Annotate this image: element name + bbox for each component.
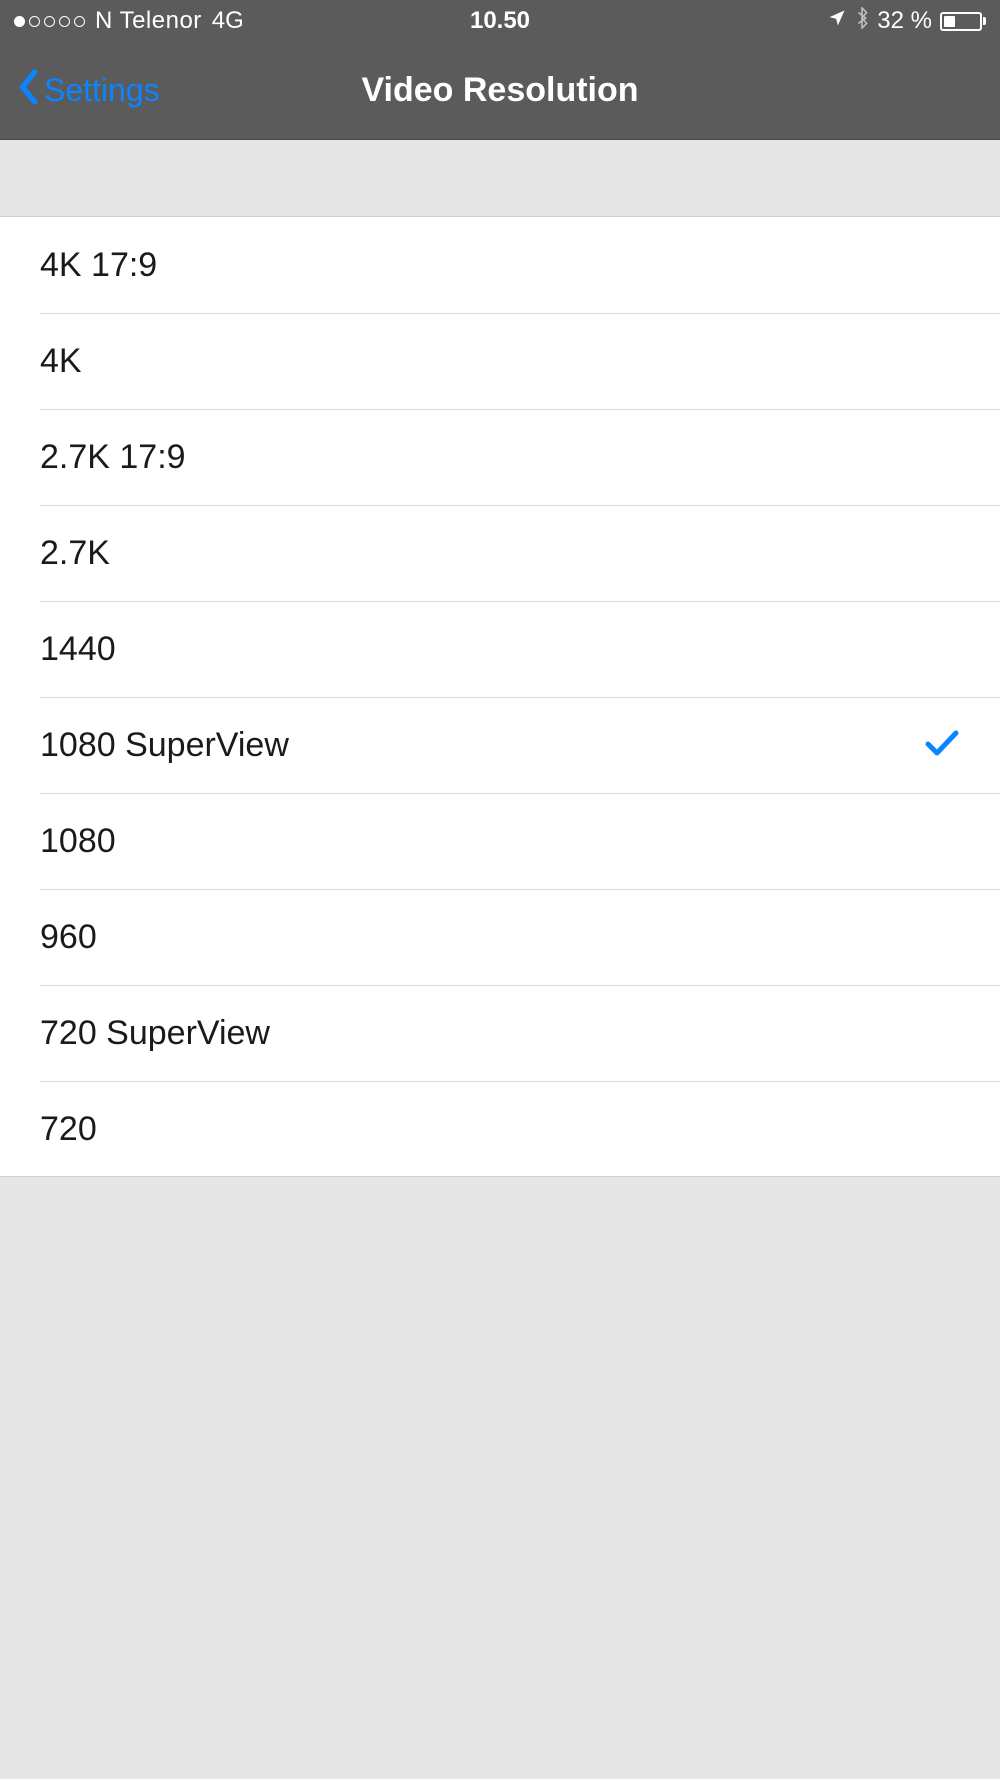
battery-percent: 32 %	[877, 7, 932, 35]
back-label: Settings	[44, 72, 160, 109]
option-label: 960	[40, 918, 97, 957]
resolution-option[interactable]: 4K	[0, 313, 1000, 409]
back-button[interactable]: Settings	[0, 68, 160, 114]
resolution-option[interactable]: 1440	[0, 601, 1000, 697]
option-label: 4K 17:9	[40, 246, 157, 285]
resolution-option[interactable]: 720 SuperView	[0, 985, 1000, 1081]
location-icon	[827, 7, 847, 35]
option-label: 1080 SuperView	[40, 726, 289, 765]
status-right: 32 %	[827, 7, 986, 36]
network-label: 4G	[212, 7, 244, 35]
chevron-left-icon	[16, 68, 40, 114]
option-label: 2.7K 17:9	[40, 438, 186, 477]
clock: 10.50	[470, 7, 530, 35]
resolution-option[interactable]: 1080	[0, 793, 1000, 889]
section-spacer	[0, 140, 1000, 217]
option-label: 2.7K	[40, 534, 110, 573]
option-label: 1440	[40, 630, 116, 669]
status-left: N Telenor 4G	[14, 7, 244, 35]
resolution-option[interactable]: 720	[0, 1081, 1000, 1177]
option-label: 4K	[40, 342, 82, 381]
resolution-option[interactable]: 2.7K 17:9	[0, 409, 1000, 505]
option-label: 720 SuperView	[40, 1014, 270, 1053]
option-label: 1080	[40, 822, 116, 861]
checkmark-icon	[924, 728, 960, 763]
resolution-option[interactable]: 1080 SuperView	[0, 697, 1000, 793]
bluetooth-icon	[855, 7, 869, 36]
resolution-option[interactable]: 2.7K	[0, 505, 1000, 601]
status-bar: N Telenor 4G 10.50 32 %	[0, 0, 1000, 42]
battery-icon	[940, 12, 986, 31]
carrier-label: N Telenor	[95, 7, 202, 35]
signal-strength-icon	[14, 16, 85, 27]
resolution-option[interactable]: 960	[0, 889, 1000, 985]
option-label: 720	[40, 1110, 97, 1149]
resolution-list: 4K 17:9 4K 2.7K 17:9 2.7K 1440 1080 Supe…	[0, 217, 1000, 1177]
resolution-option[interactable]: 4K 17:9	[0, 217, 1000, 313]
navigation-bar: Settings Video Resolution	[0, 42, 1000, 140]
page-title: Video Resolution	[361, 71, 638, 110]
